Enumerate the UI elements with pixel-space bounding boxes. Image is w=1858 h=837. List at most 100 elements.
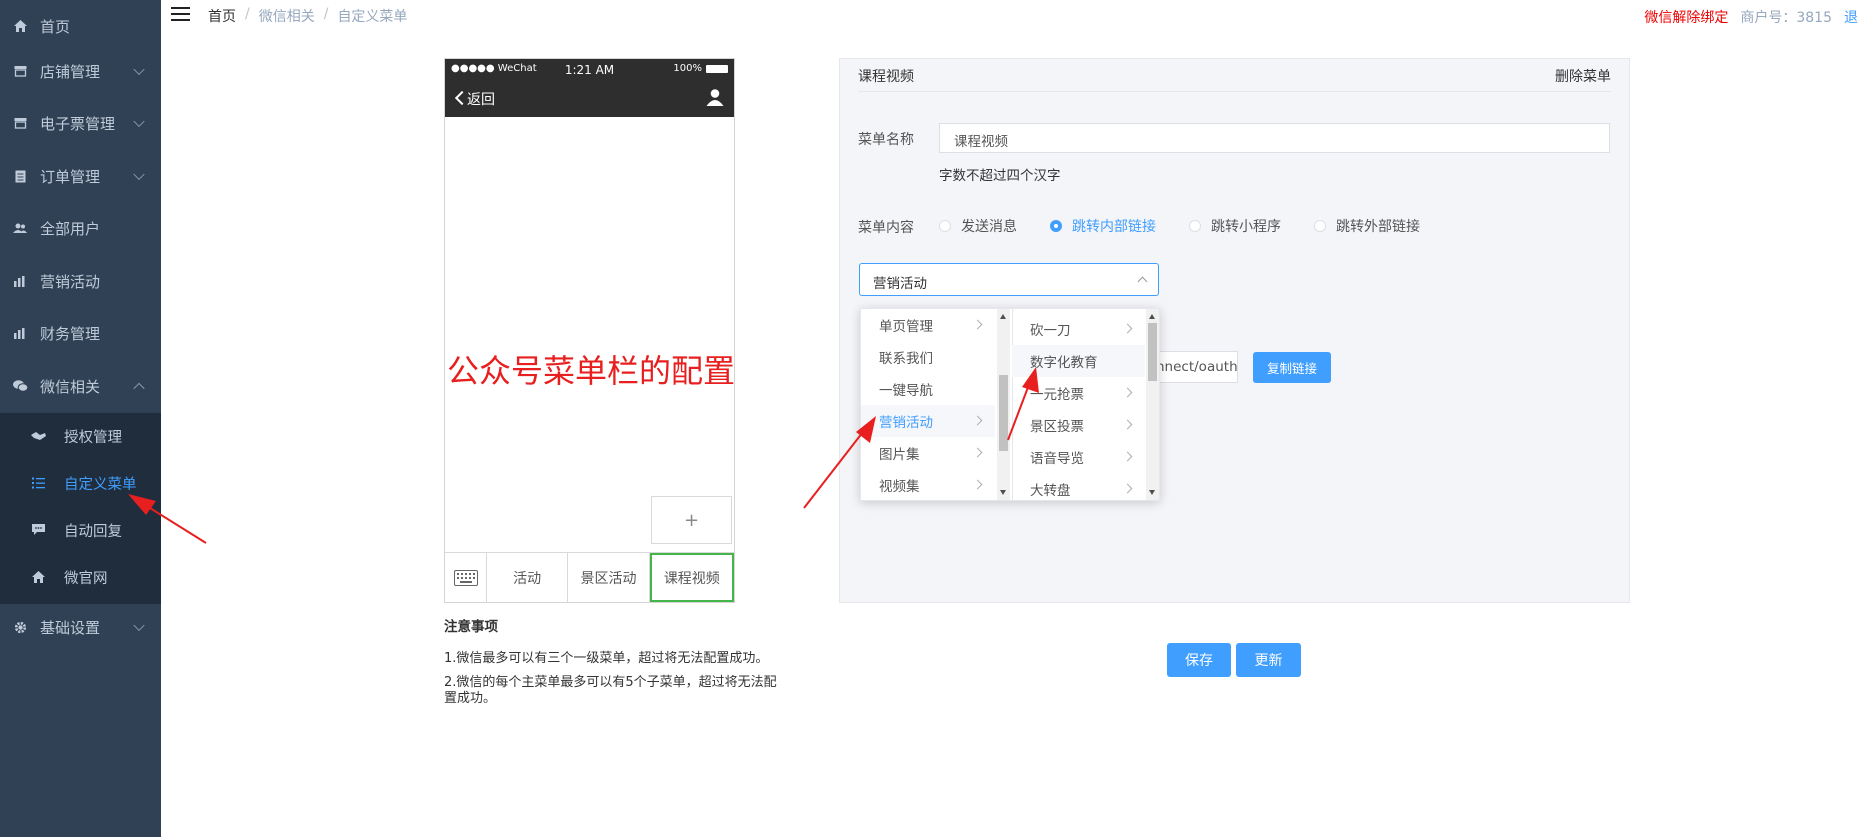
menu-name-hint: 字数不超过四个汉字: [939, 168, 1061, 184]
chevron-right-icon: [972, 319, 983, 330]
phone-preview: ●●●●● WeChat 1:21 AM 100% 返回 公众号菜单栏的配置 +…: [444, 58, 735, 603]
copy-link-button[interactable]: 复制链接: [1253, 352, 1331, 383]
update-button[interactable]: 更新: [1236, 643, 1301, 677]
radio-mini-program[interactable]: 跳转小程序: [1189, 216, 1281, 236]
chevron-right-icon: [972, 415, 983, 426]
sidebar-item-auth[interactable]: 授权管理: [0, 413, 161, 459]
phone-status-bar: ●●●●● WeChat 1:21 AM 100%: [451, 63, 728, 77]
battery-percent: 100%: [673, 63, 702, 74]
phone-menu-item-course[interactable]: 课程视频: [649, 553, 734, 602]
scroll-up-icon: [1000, 314, 1006, 319]
cascader-option[interactable]: 大转盘: [1012, 473, 1145, 500]
option-label: 大转盘: [1030, 483, 1071, 499]
option-label: 一键导航: [879, 383, 933, 399]
unbind-wechat-link[interactable]: 微信解除绑定: [1644, 7, 1728, 27]
menu-content-radio-group: 发送消息 跳转内部链接 跳转小程序 跳转外部链接: [939, 216, 1453, 236]
radio-circle: [1314, 220, 1326, 232]
radio-internal-link[interactable]: 跳转内部链接: [1050, 216, 1156, 236]
breadcrumb-wechat: 微信相关: [258, 9, 315, 25]
sidebar-item-users[interactable]: 全部用户: [0, 202, 161, 254]
sidebar-item-label: 电子票管理: [40, 114, 116, 133]
phone-menu-item-scenic[interactable]: 景区活动: [568, 553, 650, 602]
sidebar-item-marketing[interactable]: 营销活动: [0, 255, 161, 307]
cascader-level2: 砍一刀 数字化教育 一元抢票 景区投票 语音导览 大转盘: [1012, 309, 1159, 500]
cascader-option[interactable]: 一键导航: [861, 373, 995, 405]
option-label: 图片集: [879, 447, 920, 463]
add-submenu-button[interactable]: +: [651, 496, 732, 544]
cascader-option[interactable]: 景区投票: [1012, 409, 1145, 441]
sidebar-item-label: 财务管理: [40, 324, 101, 343]
cascader-option[interactable]: 一元抢票: [1012, 377, 1145, 409]
link-url-input[interactable]: nnect/oauth: [1153, 351, 1238, 383]
chevron-down-icon: [133, 168, 145, 181]
sidebar-item-settings[interactable]: 基础设置: [0, 601, 161, 653]
cascader-option[interactable]: 联系我们: [861, 341, 995, 373]
cascader-option[interactable]: 语音导览: [1012, 441, 1145, 473]
sidebar-item-micro-site[interactable]: 微官网: [0, 554, 161, 600]
scroll-down-icon: [1000, 490, 1006, 495]
panel-header: 课程视频 删除菜单: [858, 59, 1611, 92]
sidebar-item-label: 订单管理: [40, 167, 101, 186]
cascader-option[interactable]: 单页管理: [861, 309, 995, 341]
breadcrumb-separator: /: [323, 6, 329, 22]
notes-line: 2.微信的每个主菜单最多可以有5个子菜单，超过将无法配置成功。: [444, 675, 777, 706]
phone-menu-item-activity[interactable]: 活动: [487, 553, 569, 602]
chevron-down-icon: [133, 619, 145, 632]
logout-link[interactable]: 退出: [1844, 7, 1858, 27]
notes-line: 1.微信最多可以有三个一级菜单，超过将无法配置成功。: [444, 651, 769, 666]
gear-icon: [12, 621, 28, 634]
sidebar-item-label: 全部用户: [40, 219, 101, 238]
sidebar-item-store[interactable]: 店铺管理: [0, 45, 161, 97]
sidebar-item-finance[interactable]: 财务管理: [0, 307, 161, 359]
cascader-option[interactable]: 砍一刀: [1012, 313, 1145, 345]
battery-icon: [706, 64, 728, 73]
sidebar-item-label: 营销活动: [40, 272, 101, 291]
sidebar-item-ticket[interactable]: 电子票管理: [0, 97, 161, 149]
sidebar-item-label: 首页: [40, 17, 71, 36]
home-icon: [12, 20, 28, 32]
radio-external-link[interactable]: 跳转外部链接: [1314, 216, 1420, 236]
radio-label: 发送消息: [961, 219, 1017, 235]
scrollbar[interactable]: [997, 309, 1010, 500]
ticket-icon: [12, 117, 28, 129]
breadcrumb-current: 自定义菜单: [337, 9, 408, 25]
annotation-title: 公众号菜单栏的配置: [447, 352, 736, 390]
back-button[interactable]: 返回: [467, 89, 495, 109]
chevron-up-icon: [1137, 276, 1148, 287]
notes: 注意事项 1.微信最多可以有三个一级菜单，超过将无法配置成功。 2.微信的每个主…: [444, 619, 784, 715]
sidebar-item-wechat[interactable]: 微信相关: [0, 360, 161, 412]
scrollbar-thumb[interactable]: [1148, 323, 1157, 381]
option-label: 视频集: [879, 479, 920, 495]
hamburger-icon[interactable]: [171, 7, 190, 23]
radio-circle: [1050, 220, 1062, 232]
sidebar-item-auto-reply[interactable]: 自动回复: [0, 507, 161, 553]
notes-title: 注意事项: [444, 619, 498, 635]
cascader-option[interactable]: 数字化教育: [1012, 345, 1145, 377]
breadcrumb-home[interactable]: 首页: [208, 6, 236, 26]
scrollbar-thumb[interactable]: [999, 375, 1008, 451]
sidebar-item-custom-menu[interactable]: 自定义菜单: [0, 460, 161, 506]
radio-circle: [1189, 220, 1201, 232]
panel-title: 课程视频: [858, 69, 914, 85]
save-button[interactable]: 保存: [1167, 643, 1231, 677]
chevron-right-icon: [1122, 483, 1133, 494]
battery-status: 100%: [673, 63, 728, 74]
keyboard-icon[interactable]: [445, 553, 487, 602]
link-category-select[interactable]: 营销活动: [859, 263, 1159, 296]
scrollbar[interactable]: [1146, 309, 1159, 500]
scroll-down-icon: [1149, 490, 1155, 495]
cascader-option[interactable]: 视频集: [861, 469, 995, 500]
cascader-option-active[interactable]: 营销活动: [861, 405, 995, 437]
cascader-option[interactable]: 图片集: [861, 437, 995, 469]
sidebar-item-label: 自动回复: [64, 523, 122, 540]
delete-menu-link[interactable]: 删除菜单: [1555, 66, 1611, 86]
option-label: 砍一刀: [1030, 323, 1071, 339]
menu-name-input[interactable]: 课程视频: [939, 123, 1610, 153]
sidebar-item-order[interactable]: 订单管理: [0, 150, 161, 202]
merchant-id: 商户号：3815: [1740, 10, 1832, 26]
radio-send-message[interactable]: 发送消息: [939, 216, 1017, 236]
cascader-level1: 单页管理 联系我们 一键导航 营销活动 图片集 视频集: [861, 309, 1013, 500]
sidebar-item-label: 基础设置: [40, 618, 101, 637]
option-label: 一元抢票: [1030, 387, 1084, 403]
phone-menu-bar: 活动 景区活动 课程视频: [445, 552, 734, 602]
